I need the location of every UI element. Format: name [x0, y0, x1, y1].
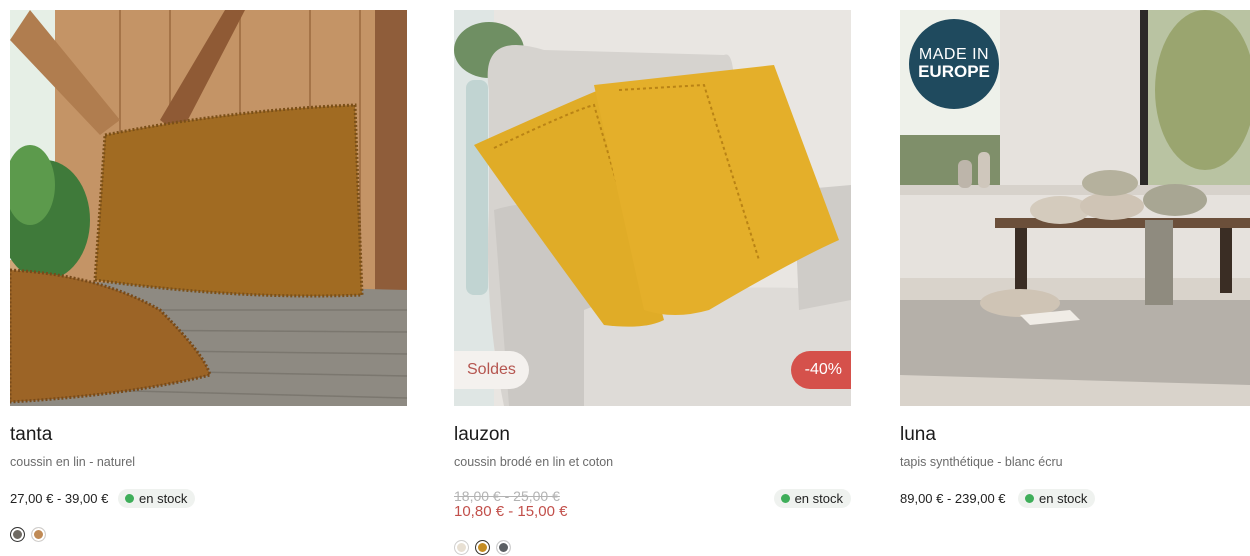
product-name[interactable]: luna [900, 424, 936, 446]
product-image-luna[interactable]: MADE IN EUROPE [900, 10, 1250, 406]
made-in-europe-badge: MADE IN EUROPE [909, 19, 999, 109]
color-swatch-wood[interactable] [31, 527, 46, 542]
color-swatch-beige[interactable] [454, 540, 469, 555]
stock-badge: en stock [118, 489, 196, 508]
sale-badge: Soldes [454, 351, 529, 389]
stock-badge: en stock [1018, 489, 1096, 508]
color-swatch-gray[interactable] [10, 527, 25, 542]
product-description: coussin brodé en lin et coton [454, 455, 614, 469]
product-description: coussin en lin - naturel [10, 455, 136, 469]
stock-status-dot-icon [780, 494, 790, 503]
original-price: 18,00 € - 25,00 € [454, 488, 560, 504]
product-name[interactable]: lauzon [454, 424, 510, 446]
product-image-tanta[interactable] [10, 10, 407, 406]
stock-badge: en stock [773, 489, 851, 508]
product-name[interactable]: tanta [10, 424, 52, 446]
stock-status-dot-icon [1025, 494, 1034, 503]
product-price: 89,00 € - 239,00 € [900, 491, 1006, 506]
stock-label: en stock [139, 491, 188, 506]
color-swatches [454, 540, 511, 555]
product-description: tapis synthétique - blanc écru [900, 455, 1063, 469]
color-swatch-charcoal[interactable] [496, 540, 511, 555]
product-price: 27,00 € - 39,00 € [10, 491, 109, 506]
stock-label: en stock [794, 491, 843, 506]
product-image-lauzon[interactable]: Soldes -40% [454, 10, 851, 406]
product-card-luna[interactable]: MADE IN EUROPE luna tapis synthétique - … [900, 10, 1250, 508]
color-swatches [10, 527, 46, 542]
color-swatch-mustard[interactable] [475, 540, 490, 555]
badge-line-2: EUROPE [918, 62, 990, 82]
product-photo [454, 10, 851, 406]
sale-price: 10,80 € - 15,00 € [454, 503, 568, 520]
product-photo [10, 10, 407, 406]
badge-line-1: MADE IN [918, 45, 990, 63]
stock-status-dot-icon [125, 494, 134, 503]
stock-label: en stock [1039, 491, 1088, 506]
product-card-tanta[interactable]: tanta coussin en lin - naturel 27,00 € -… [10, 10, 407, 542]
discount-badge: -40% [790, 351, 851, 389]
product-card-lauzon[interactable]: Soldes -40% lauzon coussin brodé en lin … [454, 10, 851, 555]
